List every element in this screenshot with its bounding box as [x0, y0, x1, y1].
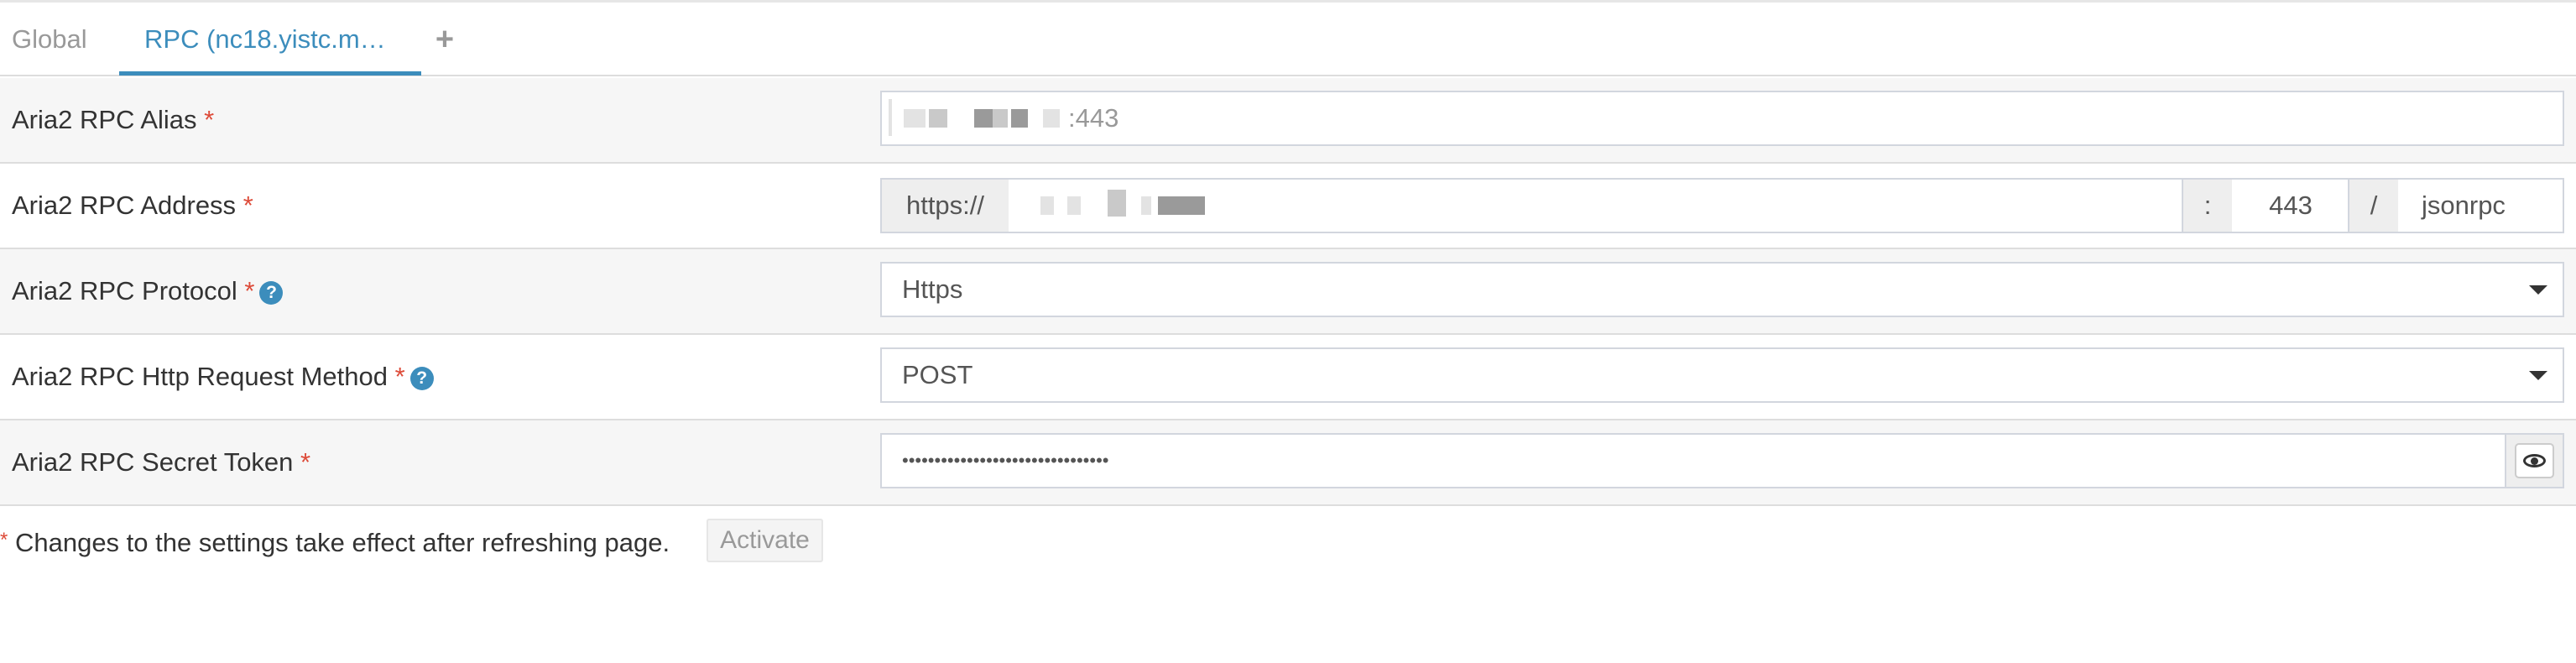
- active-tab-indicator: [119, 71, 421, 76]
- redacted-text: [929, 109, 947, 128]
- required-asterisk: *: [242, 191, 253, 220]
- eye-icon-pupil: [2531, 457, 2538, 465]
- host-input[interactable]: [1009, 178, 2183, 233]
- protocol-prefix-addon: https://: [880, 178, 1010, 233]
- request-method-label: Aria2 RPC Http Request Method *?: [12, 335, 434, 419]
- redacted-text: [974, 109, 993, 128]
- required-asterisk: *: [300, 447, 311, 477]
- redacted-text: [1067, 196, 1081, 215]
- tab-bar: Global RPC (nc18.yistc.m… +: [0, 3, 2576, 76]
- required-asterisk: *: [204, 105, 215, 134]
- redacted-text: [1158, 196, 1205, 215]
- setting-row-address: Aria2 RPC Address * https:// : 443 / jso…: [0, 164, 2576, 249]
- activate-button[interactable]: Activate: [707, 519, 823, 562]
- redacted-text: [889, 99, 892, 136]
- path-separator: /: [2348, 178, 2400, 233]
- protocol-selected-value: Https: [902, 274, 963, 304]
- question-circle-icon[interactable]: ?: [409, 367, 434, 390]
- redacted-text: [1108, 190, 1126, 217]
- chevron-down-icon: [2529, 285, 2547, 295]
- redacted-text: [993, 109, 1008, 128]
- request-method-select[interactable]: POST: [880, 347, 2564, 403]
- question-circle-icon[interactable]: ?: [259, 281, 284, 305]
- setting-row-protocol: Aria2 RPC Protocol *? Https: [0, 249, 2576, 335]
- alias-input[interactable]: :443: [880, 91, 2564, 146]
- setting-row-alias: Aria2 RPC Alias * :443: [0, 78, 2576, 164]
- alias-label: Aria2 RPC Alias *: [12, 105, 215, 134]
- eye-icon: [2515, 443, 2554, 478]
- request-method-selected-value: POST: [902, 360, 973, 389]
- port-input[interactable]: 443: [2232, 178, 2349, 233]
- setting-row-request-method: Aria2 RPC Http Request Method *? POST: [0, 335, 2576, 420]
- tab-global[interactable]: Global: [12, 3, 87, 76]
- redacted-text: [1141, 196, 1151, 215]
- redacted-text: [1043, 109, 1060, 128]
- secret-token-input[interactable]: ••••••••••••••••••••••••••••••••: [880, 433, 2506, 488]
- port-separator: :: [2182, 178, 2234, 233]
- required-asterisk: *: [394, 362, 405, 391]
- tab-rpc[interactable]: RPC (nc18.yistc.m…: [119, 3, 421, 76]
- required-asterisk: *: [244, 276, 255, 305]
- secret-token-masked-value: ••••••••••••••••••••••••••••••••: [902, 450, 1109, 471]
- alias-value: :443: [1068, 103, 1119, 133]
- address-label: Aria2 RPC Address *: [12, 191, 253, 220]
- path-input[interactable]: jsonrpc: [2398, 178, 2564, 233]
- redacted-text: [1011, 109, 1028, 128]
- secret-token-label: Aria2 RPC Secret Token *: [12, 447, 311, 477]
- setting-row-secret-token: Aria2 RPC Secret Token * •••••••••••••••…: [0, 420, 2576, 506]
- settings-note-text: Changes to the settings take effect afte…: [14, 528, 670, 557]
- redacted-text: [904, 109, 926, 128]
- settings-note: * Changes to the settings take effect af…: [0, 517, 670, 564]
- redacted-text: [1040, 196, 1054, 215]
- plus-icon[interactable]: +: [428, 3, 461, 76]
- show-password-button[interactable]: [2505, 433, 2564, 488]
- required-asterisk: *: [0, 529, 8, 551]
- protocol-select[interactable]: Https: [880, 262, 2564, 317]
- protocol-label: Aria2 RPC Protocol *?: [12, 249, 284, 333]
- chevron-down-icon: [2529, 371, 2547, 380]
